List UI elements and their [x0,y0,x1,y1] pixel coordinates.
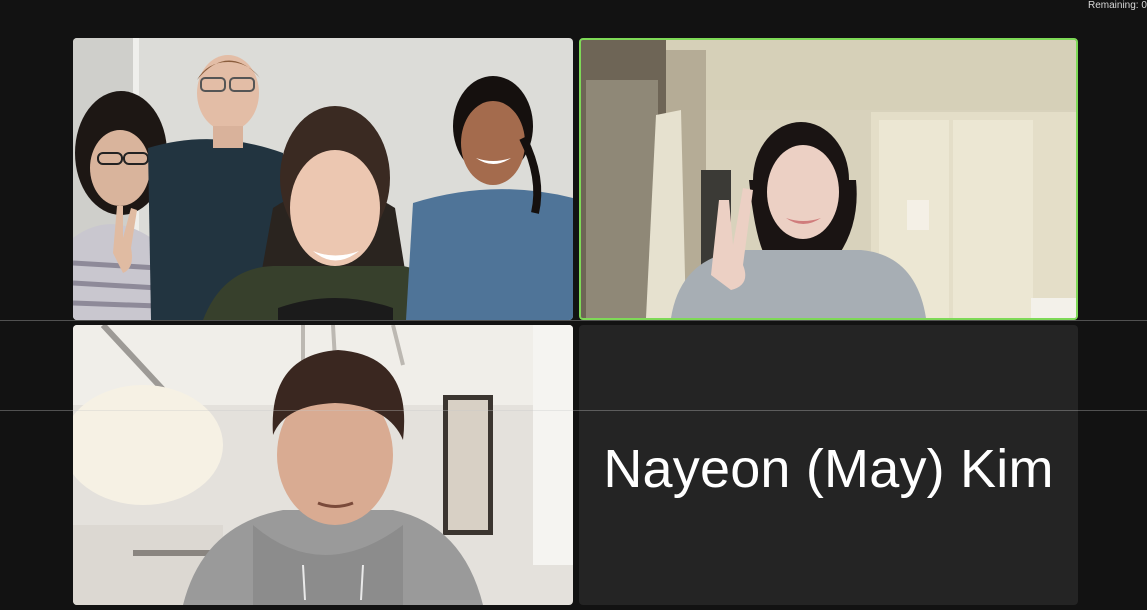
participant-video-group [73,38,573,320]
video-tile-active-speaker[interactable] [579,38,1078,320]
participant-name-label: Nayeon (May) Kim [603,439,1054,499]
video-tile-participant[interactable] [73,325,573,605]
video-tile-camera-off[interactable]: Nayeon (May) Kim [579,325,1078,605]
screen-divider-line [0,410,1147,411]
participant-video-single [73,325,573,605]
video-tile-group[interactable] [73,38,573,320]
meeting-window: Remaining: 0 Nayeon (May) Kim [0,0,1147,610]
screen-divider-line [0,320,1147,321]
remaining-time-label: Remaining: 0 [1088,0,1147,11]
participant-video-active-speaker [581,40,1076,318]
